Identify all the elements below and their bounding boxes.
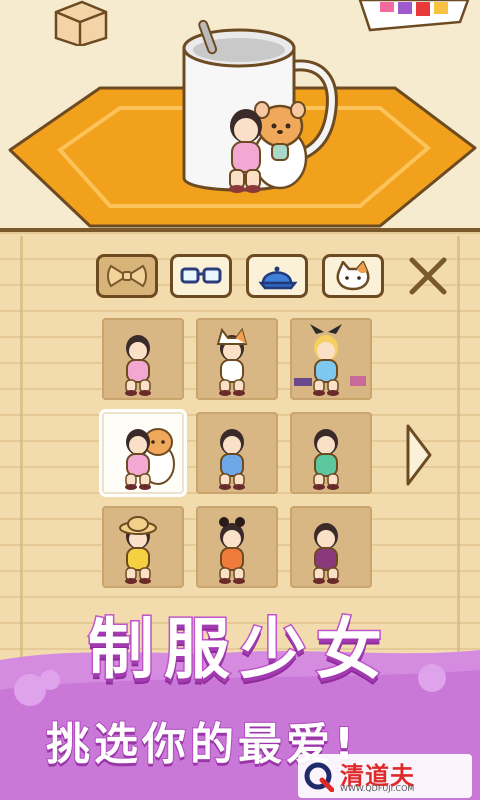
watermark-logo-icon bbox=[304, 762, 334, 792]
outfit-slot-cat-costume[interactable] bbox=[196, 318, 278, 400]
outfit-slot-masked-purple[interactable] bbox=[290, 506, 372, 588]
girl-character-icon bbox=[216, 327, 248, 396]
cap-icon bbox=[258, 266, 297, 290]
outfit-slot-alice-costume[interactable] bbox=[290, 318, 372, 400]
outfit-slot-uniform-pink[interactable] bbox=[102, 318, 184, 400]
girl-character-icon bbox=[313, 523, 339, 584]
cat-mask-icon bbox=[336, 261, 370, 291]
bow-icon bbox=[107, 264, 147, 288]
girl-character-icon bbox=[119, 516, 157, 584]
pencil-tray-icon bbox=[358, 0, 470, 32]
girl-character-icon bbox=[294, 324, 366, 396]
girl-with-hamster-character bbox=[229, 101, 308, 193]
box-icon bbox=[54, 0, 108, 46]
tab-hats[interactable] bbox=[246, 254, 308, 298]
outfit-slot-uniform-green[interactable] bbox=[290, 412, 372, 494]
tab-glasses[interactable] bbox=[170, 254, 232, 298]
girl-character-icon bbox=[125, 428, 175, 490]
tab-masks[interactable] bbox=[322, 254, 384, 298]
room-scene bbox=[0, 0, 480, 230]
outfit-slot-straw-hat-yellow[interactable] bbox=[102, 506, 184, 588]
watermark-url: WWW.QDFUJI.COM bbox=[340, 784, 415, 793]
girl-character-icon bbox=[313, 429, 339, 490]
tab-bows[interactable] bbox=[96, 254, 158, 298]
glasses-icon bbox=[180, 267, 222, 284]
outfit-slot-uniform-blue[interactable] bbox=[196, 412, 278, 494]
girl-character-icon bbox=[125, 335, 151, 396]
girl-character-icon bbox=[219, 429, 245, 490]
close-x-icon bbox=[409, 257, 447, 295]
girl-character-icon bbox=[219, 517, 245, 584]
close-button[interactable] bbox=[406, 254, 450, 298]
outfit-slot-hamster-pink[interactable] bbox=[102, 412, 184, 494]
chevron-right-icon[interactable] bbox=[404, 422, 434, 488]
watermark: 清道夫 WWW.QDFUJI.COM bbox=[298, 754, 472, 798]
outfit-slot-bun-orange[interactable] bbox=[196, 506, 278, 588]
banner-title: 制服少女 bbox=[87, 610, 392, 690]
